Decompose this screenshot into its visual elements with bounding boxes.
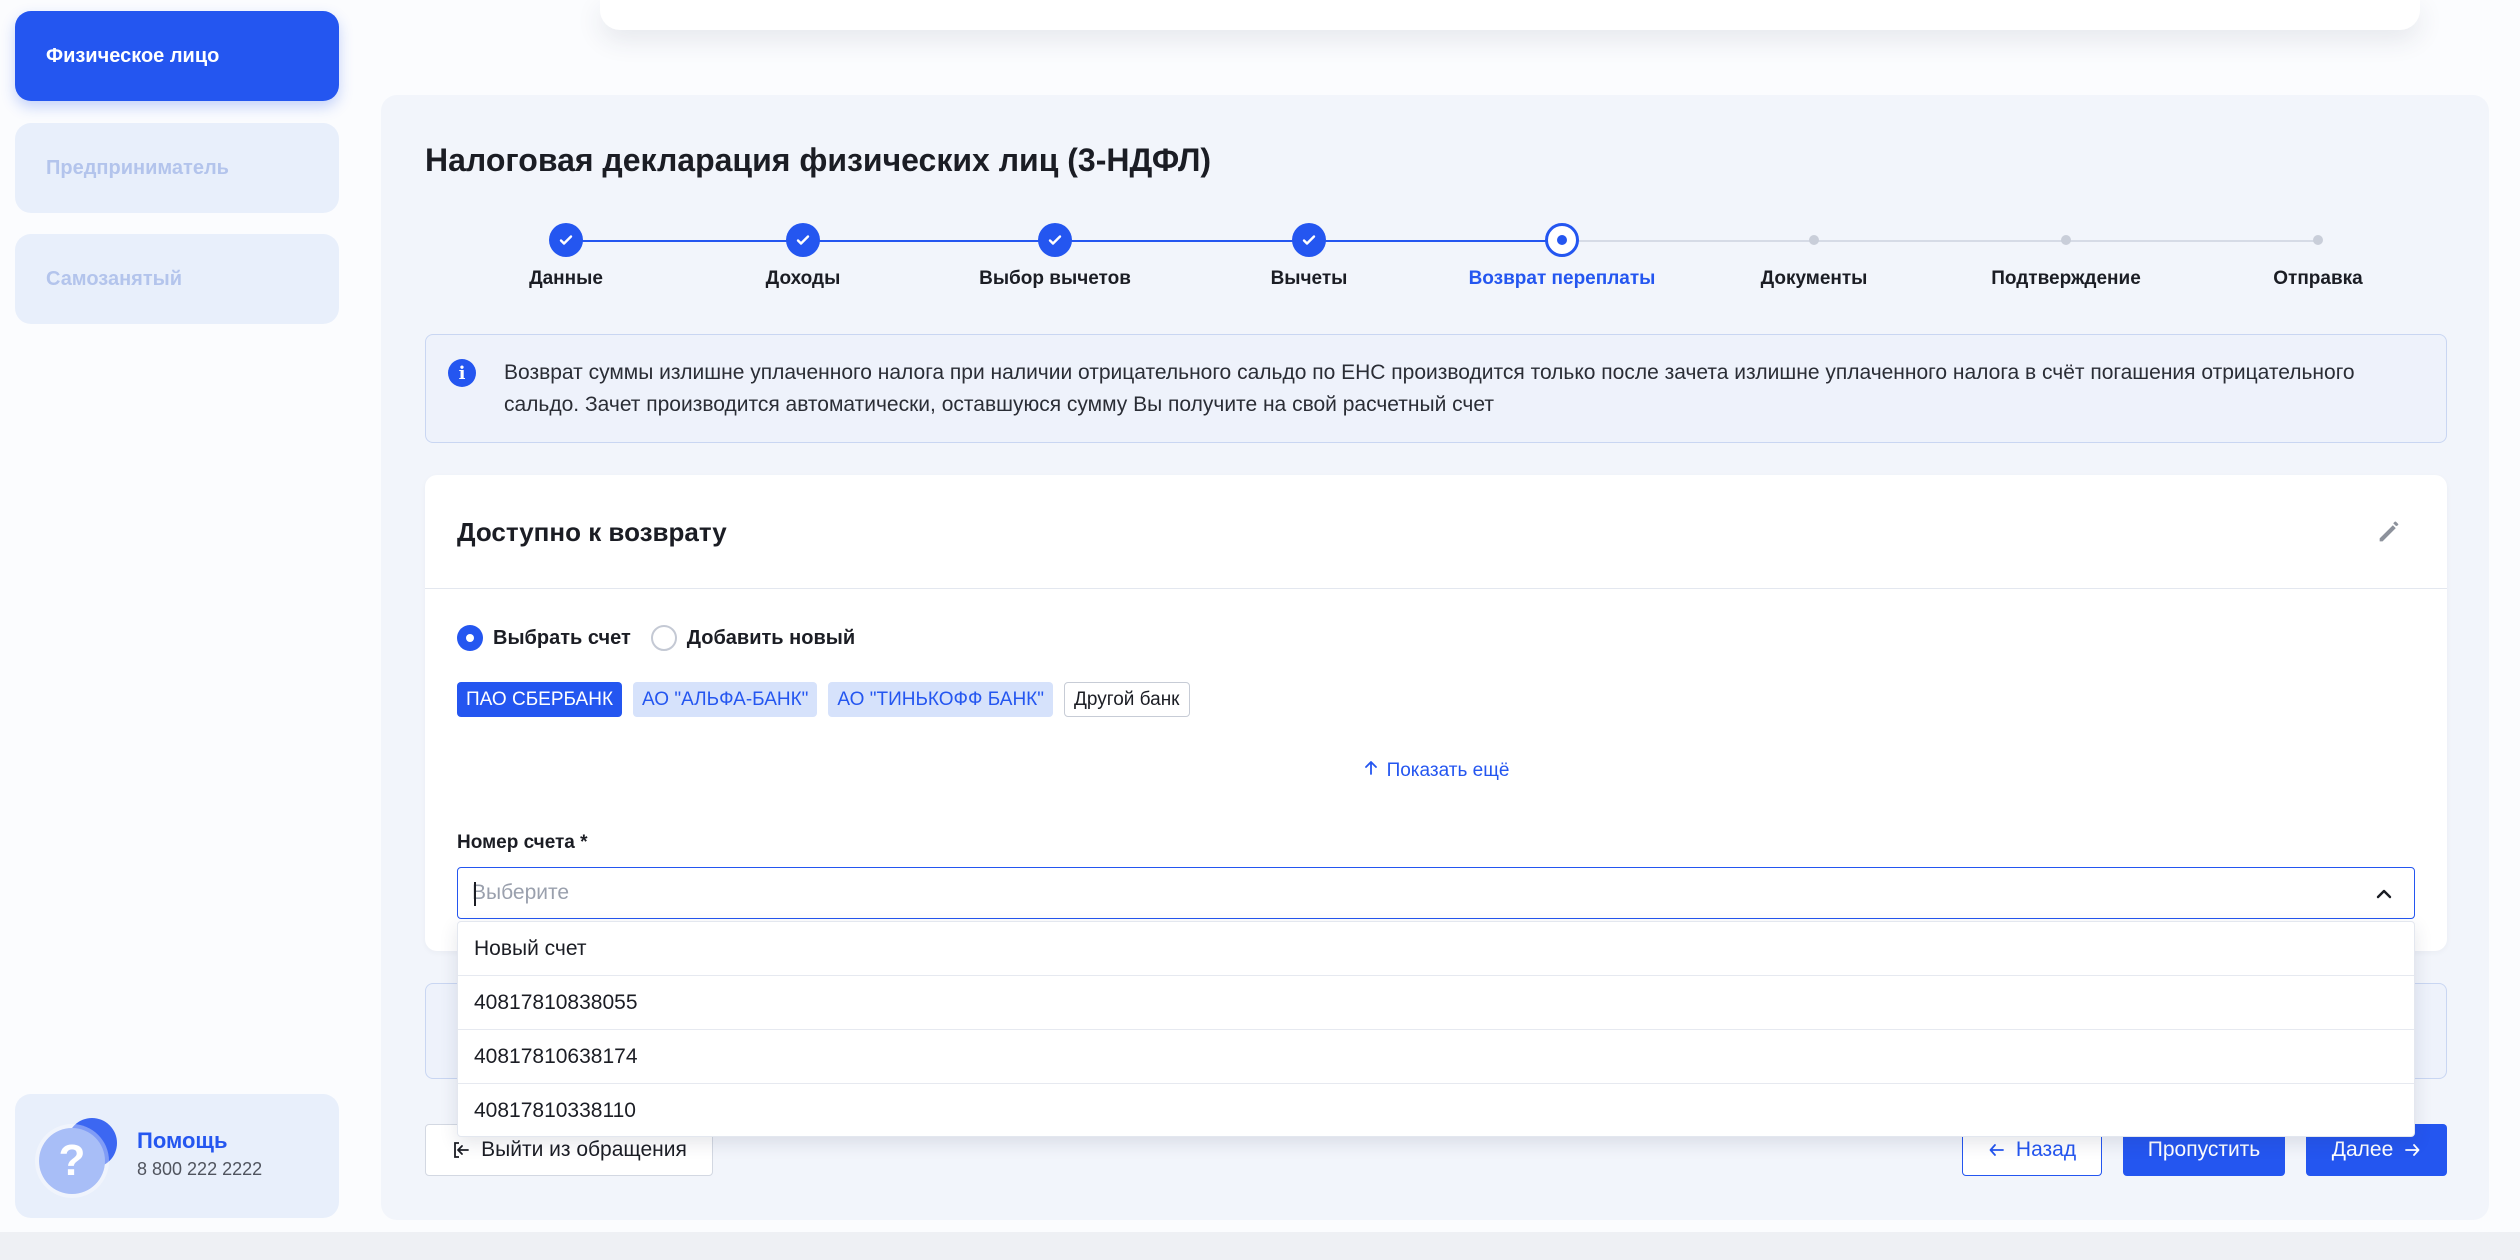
step-data[interactable]: Данные <box>446 223 686 290</box>
step-deductions[interactable]: Вычеты <box>1189 223 1429 290</box>
chevron-up-icon[interactable] <box>2372 882 2396 906</box>
pending-step-icon <box>1797 223 1831 257</box>
dropdown-option[interactable]: 40817810338110 <box>458 1084 2414 1138</box>
step-label: Документы <box>1760 268 1868 289</box>
step-sending[interactable]: Отправка <box>2198 223 2438 290</box>
show-more-link[interactable]: Показать ещё <box>425 760 2447 782</box>
current-step-icon <box>1545 223 1579 257</box>
arrow-left-icon <box>1988 1141 2006 1159</box>
dropdown-option[interactable]: 40817810838055 <box>458 976 2414 1030</box>
step-label: Подтверждение <box>1991 268 2141 289</box>
step-income[interactable]: Доходы <box>683 223 923 290</box>
step-label: Выбор вычетов <box>979 268 1131 289</box>
step-confirmation[interactable]: Подтверждение <box>1946 223 2186 290</box>
button-label: Назад <box>2015 1138 2077 1161</box>
account-dropdown: Новый счет 40817810838055 40817810638174… <box>457 921 2415 1137</box>
step-label: Данные <box>529 268 603 289</box>
check-icon <box>1038 223 1072 257</box>
help-title: Помощь <box>137 1128 228 1153</box>
help-widget[interactable]: ? Помощь 8 800 222 2222 <box>15 1094 339 1218</box>
account-mode-radio-group: Выбрать счет Добавить новый <box>457 625 875 651</box>
info-text: Возврат суммы излишне уплаченного налога… <box>504 361 2355 416</box>
account-number-label: Номер счета * <box>457 832 588 853</box>
check-icon <box>786 223 820 257</box>
step-refund[interactable]: Возврат переплаты <box>1442 223 1682 290</box>
help-phone[interactable]: 8 800 222 2222 <box>137 1159 262 1180</box>
help-avatar-icon: ? <box>39 1118 117 1196</box>
radio-unchecked-icon <box>650 625 677 651</box>
info-icon: i <box>448 359 476 387</box>
bank-chip-sberbank[interactable]: ПАО СБЕРБАНК <box>457 682 623 717</box>
bank-chips: ПАО СБЕРБАНК АО "АЛЬФА-БАНК" АО "ТИНЬКОФ… <box>457 682 1201 717</box>
step-label: Вычеты <box>1270 268 1348 289</box>
step-documents[interactable]: Документы <box>1694 223 1934 290</box>
step-label: Доходы <box>765 268 841 289</box>
button-label: Выйти из обращения <box>481 1138 687 1161</box>
arrow-right-icon <box>2403 1141 2421 1159</box>
account-number-input[interactable] <box>472 868 2352 918</box>
divider <box>425 588 2447 589</box>
bottom-bar <box>0 1232 2520 1260</box>
bank-chip-tinkoff[interactable]: АО "ТИНЬКОФФ БАНК" <box>828 682 1053 717</box>
dropdown-option[interactable]: 40817810638174 <box>458 1030 2414 1084</box>
show-more-label: Показать ещё <box>1386 760 1510 781</box>
check-icon <box>1292 223 1326 257</box>
info-banner: i Возврат суммы излишне уплаченного нало… <box>425 334 2447 443</box>
exit-icon <box>451 1140 471 1160</box>
arrow-up-icon <box>1363 760 1379 782</box>
radio-label: Выбрать счет <box>493 626 631 649</box>
radio-add-new[interactable]: Добавить новый <box>650 625 856 651</box>
button-label: Далее <box>2331 1138 2394 1161</box>
check-icon <box>549 223 583 257</box>
dropdown-option[interactable]: Новый счет <box>458 922 2414 976</box>
radio-label: Добавить новый <box>686 626 856 649</box>
pending-step-icon <box>2049 223 2083 257</box>
step-deduction-choice[interactable]: Выбор вычетов <box>935 223 1175 290</box>
text-caret <box>474 882 476 906</box>
radio-select-account[interactable]: Выбрать счет <box>457 625 631 651</box>
refund-title: Доступно к возврату <box>457 517 727 547</box>
radio-checked-icon <box>457 625 483 651</box>
pencil-icon[interactable] <box>2375 518 2403 546</box>
stepper: Данные Доходы Выбор вычетов Вычеты Возвр… <box>0 0 2520 300</box>
step-label: Возврат переплаты <box>1468 268 1656 289</box>
button-label: Пропустить <box>2147 1138 2261 1161</box>
step-label: Отправка <box>2273 268 2363 289</box>
bank-chip-other[interactable]: Другой банк <box>1063 682 1190 717</box>
account-number-select[interactable] <box>457 867 2415 919</box>
bank-chip-alfabank[interactable]: АО "АЛЬФА-БАНК" <box>633 682 818 717</box>
pending-step-icon <box>2301 223 2335 257</box>
